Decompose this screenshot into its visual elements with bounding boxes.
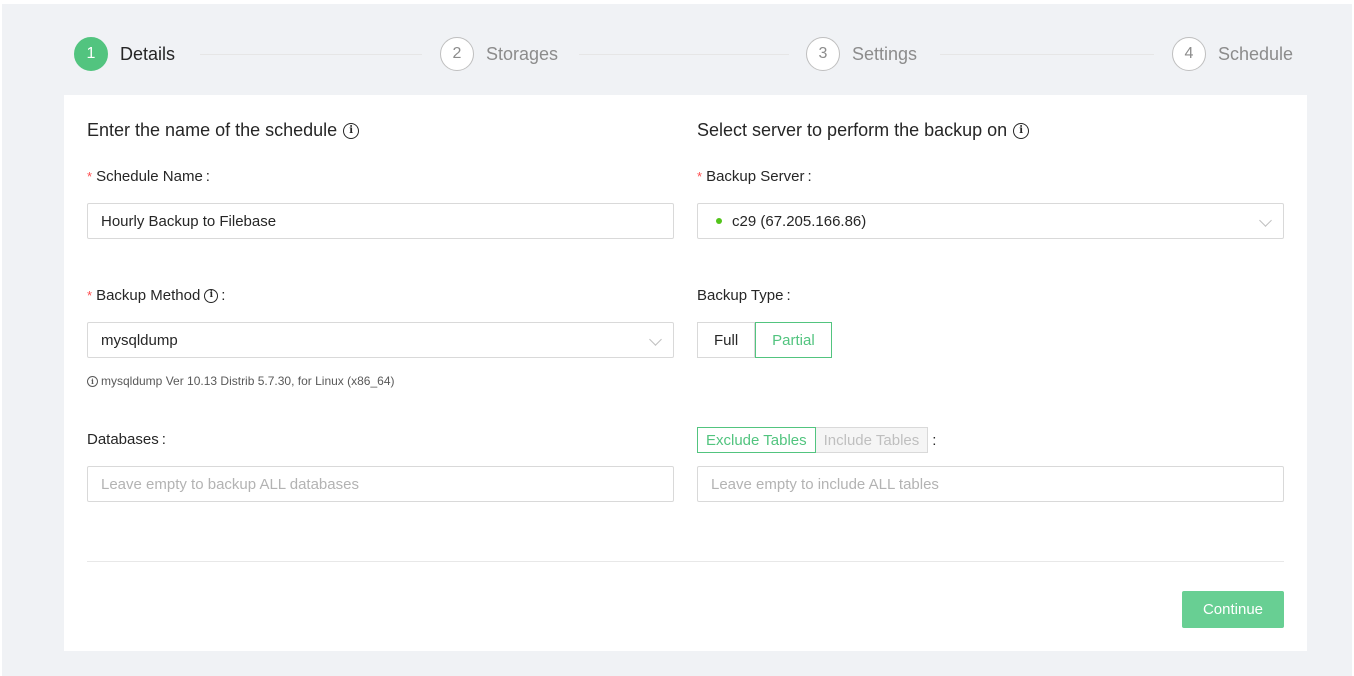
databases-label: Databases : [87,431,166,448]
step-connector [579,54,789,55]
name-section-title-text: Enter the name of the schedule [87,120,338,140]
status-dot-icon [716,218,722,224]
backup-server-label-text: Backup Server [706,168,805,185]
backup-type-partial[interactable]: Partial [755,322,832,358]
wizard-steps: 1 Details 2 Storages 3 Settings 4 Schedu… [74,36,1296,72]
required-marker: * [87,169,93,184]
step-title: Settings [852,43,918,64]
backup-type-full[interactable]: Full [697,322,756,358]
backup-server-select[interactable]: c29 (67.205.166.86) [697,203,1284,239]
info-icon[interactable]: i [343,122,360,139]
include-tables-button[interactable]: Include Tables [815,427,929,453]
step-title: Storages [486,43,559,64]
server-section-title: Select server to perform the backup on i [697,120,1030,141]
info-icon[interactable]: i [1013,122,1030,139]
backup-type-radio-group: Full Partial [697,322,832,358]
schedule-name-label-text: Schedule Name [96,168,203,185]
chevron-down-icon [649,333,662,346]
backup-method-label: * Backup Method i : [87,287,226,304]
continue-button[interactable]: Continue [1182,591,1284,628]
tables-input[interactable]: Leave empty to include ALL tables [697,466,1284,502]
step-number: 3 [806,37,840,71]
tables-mode-switch: Exclude Tables Include Tables : [697,427,936,453]
info-icon: i [87,375,98,387]
details-form-card: Enter the name of the schedule i * Sched… [64,95,1307,651]
exclude-tables-button[interactable]: Exclude Tables [697,427,816,453]
required-marker: * [87,288,93,303]
step-settings[interactable]: 3 Settings [806,36,917,72]
backup-type-label-text: Backup Type [697,287,784,304]
schedule-name-input[interactable]: Hourly Backup to Filebase [87,203,674,239]
backup-method-hint-text: mysqldump Ver 10.13 Distrib 5.7.30, for … [101,374,395,388]
info-icon[interactable]: i [204,288,219,303]
step-title: Schedule [1218,43,1294,64]
server-section-title-text: Select server to perform the backup on [697,120,1008,140]
backup-method-value: mysqldump [101,331,178,349]
step-storages[interactable]: 2 Storages [440,36,558,72]
step-details[interactable]: 1 Details [74,36,175,72]
name-section-title: Enter the name of the schedule i [87,120,360,141]
backup-server-value: c29 (67.205.166.86) [732,212,867,230]
footer-divider [87,561,1284,562]
backup-method-label-text: Backup Method [96,287,201,304]
tables-placeholder: Leave empty to include ALL tables [711,475,939,493]
databases-input[interactable]: Leave empty to backup ALL databases [87,466,674,502]
step-connector [940,54,1154,55]
schedule-name-value: Hourly Backup to Filebase [101,212,277,230]
backup-server-label: * Backup Server : [697,168,812,185]
schedule-name-label: * Schedule Name : [87,168,210,185]
step-title: Details [120,43,176,64]
databases-label-text: Databases [87,431,159,448]
backup-type-label: Backup Type : [697,287,791,304]
step-number: 1 [74,37,108,71]
required-marker: * [697,169,703,184]
databases-placeholder: Leave empty to backup ALL databases [101,475,359,493]
step-number: 2 [440,37,474,71]
step-schedule[interactable]: 4 Schedule [1172,36,1293,72]
step-connector [200,54,422,55]
chevron-down-icon [1259,214,1272,227]
backup-method-hint: i mysqldump Ver 10.13 Distrib 5.7.30, fo… [87,374,394,388]
step-number: 4 [1172,37,1206,71]
backup-method-select[interactable]: mysqldump [87,322,674,358]
